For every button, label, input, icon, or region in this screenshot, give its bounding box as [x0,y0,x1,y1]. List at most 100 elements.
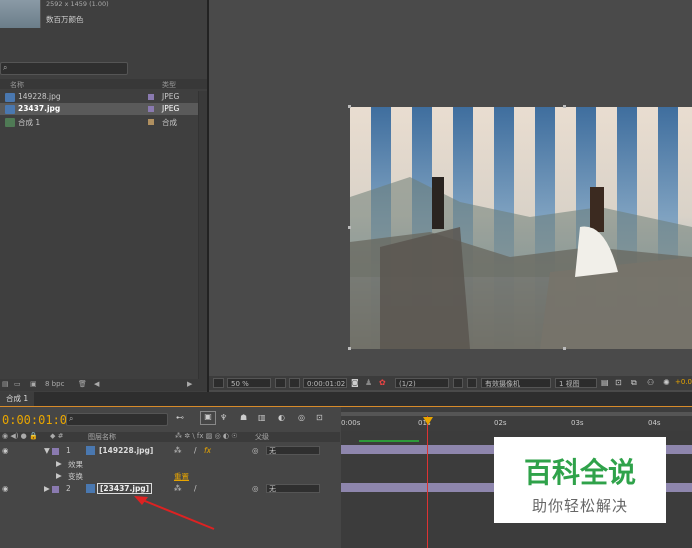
av-switches-header[interactable]: ◉ ◀) ● 🔒 [2,432,38,440]
current-time-indicator[interactable] [427,416,428,548]
region-of-interest-icon[interactable] [453,378,463,388]
ruler-label: 0:00s [341,419,361,427]
views-select[interactable]: 1 视图 [555,378,597,388]
project-item-name: 合成 1 [18,118,41,127]
graph-editor-icon[interactable]: ◎ [298,413,305,422]
label-color-swatch[interactable] [148,106,154,112]
layer-handle[interactable] [563,105,566,108]
col-parent-header[interactable]: 父级 [255,432,269,442]
search-icon: ⌕ [3,63,8,72]
search-icon: ⌕ [69,414,74,423]
timeline-search-input[interactable]: ⌕ [66,413,168,426]
motion-blur-icon[interactable]: ◐ [278,413,285,422]
composition-preview-image[interactable] [350,107,692,349]
layer-handle[interactable] [348,105,351,108]
flowchart-icon[interactable]: ⚇ [647,378,654,387]
expand-arrow-icon[interactable]: ▶ [56,459,62,468]
reset-link[interactable]: 重置 [174,471,189,482]
toggle-pixel-aspect-icon[interactable]: ▤ [601,378,609,387]
parent-select[interactable]: 无 [266,446,320,455]
grid-icon[interactable] [275,378,286,388]
fast-previews-icon[interactable]: ⊡ [615,378,622,387]
always-preview-icon[interactable] [213,378,224,388]
project-item-name: 149228.jpg [18,92,61,101]
current-time-display[interactable]: 0:00:01:02 [303,378,347,388]
expand-arrow-icon[interactable]: ▶ [44,484,50,493]
scroll-right-icon[interactable]: ▶ [187,380,192,388]
exposure-value[interactable]: +0.0 [675,378,692,386]
quality-switch-icon[interactable]: / [194,446,197,455]
new-folder-icon[interactable]: ▭ [14,380,21,388]
project-item[interactable]: 149228.jpg JPEG [0,91,198,103]
layer-handle[interactable] [563,347,566,350]
project-item[interactable]: 合成 1 合成 [0,116,198,128]
brainstorm-icon[interactable]: ⊡ [316,413,323,422]
time-indicator-handle[interactable] [423,417,433,425]
new-composition-icon[interactable]: ▣ [30,380,37,388]
visibility-icon[interactable]: ◉ [2,446,9,455]
interpret-footage-icon[interactable]: ▤ [2,380,9,388]
timeline-timecode[interactable]: 0:00:01:02 [2,413,74,427]
work-area-bar[interactable] [341,412,692,416]
quality-switch-icon[interactable]: / [194,484,197,493]
zoom-select[interactable]: 50 % [227,378,271,388]
project-search-input[interactable]: ⌕ [0,62,128,75]
tab-composition[interactable]: 合成 1 [0,392,35,406]
ruler-label: 02s [494,419,507,427]
ruler-label: 04s [648,419,661,427]
project-item-selected[interactable]: 23437.jpg JPEG [0,103,198,115]
trash-icon[interactable]: 🗑 [78,380,87,388]
shy-switch-icon[interactable]: ⁂ [174,484,182,493]
composition-icon [5,118,15,127]
layer-column-header: ◉ ◀) ● 🔒 ◆ # 图层名称 ⁂ ✲ \ fx ▨ ◎ ◐ ☉ 父级 [0,432,340,442]
expand-arrow-icon[interactable]: ▶ [56,471,62,480]
timeline-tab-bar: 合成 1 [0,392,692,407]
label-color-swatch[interactable] [52,448,59,455]
label-color-swatch[interactable] [148,94,154,100]
transparency-grid-icon[interactable] [467,378,477,388]
layer-property-group[interactable]: ▶ 变换 重置 [0,470,340,482]
effect-switch-icon[interactable]: fx [204,446,211,455]
live-update-icon[interactable]: ▣ [200,411,216,425]
exposure-icon[interactable]: ✺ [663,378,670,387]
comp-mini-flowchart-icon[interactable]: ⊷ [176,413,184,422]
switches-header[interactable]: ⁂ ✲ \ fx ▨ ◎ ◐ ☉ [175,432,238,440]
hide-shy-layers-icon[interactable]: ☗ [240,413,247,422]
project-item-type: 合成 [162,118,177,127]
parent-pickwhip-icon[interactable]: ◎ [252,484,259,493]
layer-row[interactable]: ◉ ▼ 1 [149228.jpg] ⁂ / fx ◎ 无 [0,445,340,457]
draft-3d-icon[interactable]: ♆ [220,413,227,422]
footage-colors: 数百万颜色 [46,15,84,24]
resolution-select[interactable]: (1/2) [395,378,449,388]
parent-pickwhip-icon[interactable]: ◎ [252,446,259,455]
col-name-header[interactable]: 名称 [10,80,24,90]
label-color-swatch[interactable] [148,119,154,125]
scroll-left-icon[interactable]: ◀ [94,380,99,388]
parent-select[interactable]: 无 [266,484,320,493]
frame-blending-icon[interactable]: ▥ [258,413,266,422]
timeline-icon[interactable]: ⧉ [631,378,637,388]
shy-switch-icon[interactable]: ⁂ [174,446,182,455]
project-footer: ▤ ▭ ▣ 8 bpc 🗑 ◀ ▶ [0,379,207,391]
project-scrollbar[interactable] [198,91,207,381]
label-color-swatch[interactable] [52,486,59,493]
property-transform[interactable]: 变换 [68,471,83,482]
property-effects[interactable]: 效果 [68,459,83,470]
label-header[interactable]: ◆ # [50,432,63,440]
layer-handle[interactable] [348,347,351,350]
show-snapshot-icon[interactable]: ♟ [365,378,372,387]
viewer-toolbar: 50 % 0:00:01:02 ◙ ♟ ✿ (1/2) 有效摄像机 1 视图 ▤… [209,376,692,390]
mask-icon[interactable] [289,378,300,388]
camera-select[interactable]: 有效摄像机 [481,378,551,388]
layer-property-group[interactable]: ▶ 效果 [0,458,340,470]
col-source-header[interactable]: 图层名称 [88,432,116,442]
expand-arrow-icon[interactable]: ▼ [44,446,50,455]
col-type-header[interactable]: 类型 [162,80,176,90]
snapshot-icon[interactable]: ◙ [351,378,359,387]
layer-handle[interactable] [348,226,351,229]
layer-name[interactable]: [149228.jpg] [99,446,153,455]
channel-icon[interactable]: ✿ [379,378,386,387]
color-depth-button[interactable]: 8 bpc [45,380,64,388]
visibility-icon[interactable]: ◉ [2,484,9,493]
time-ruler[interactable]: 0:00s 01s 02s 03s 04s [341,407,692,431]
